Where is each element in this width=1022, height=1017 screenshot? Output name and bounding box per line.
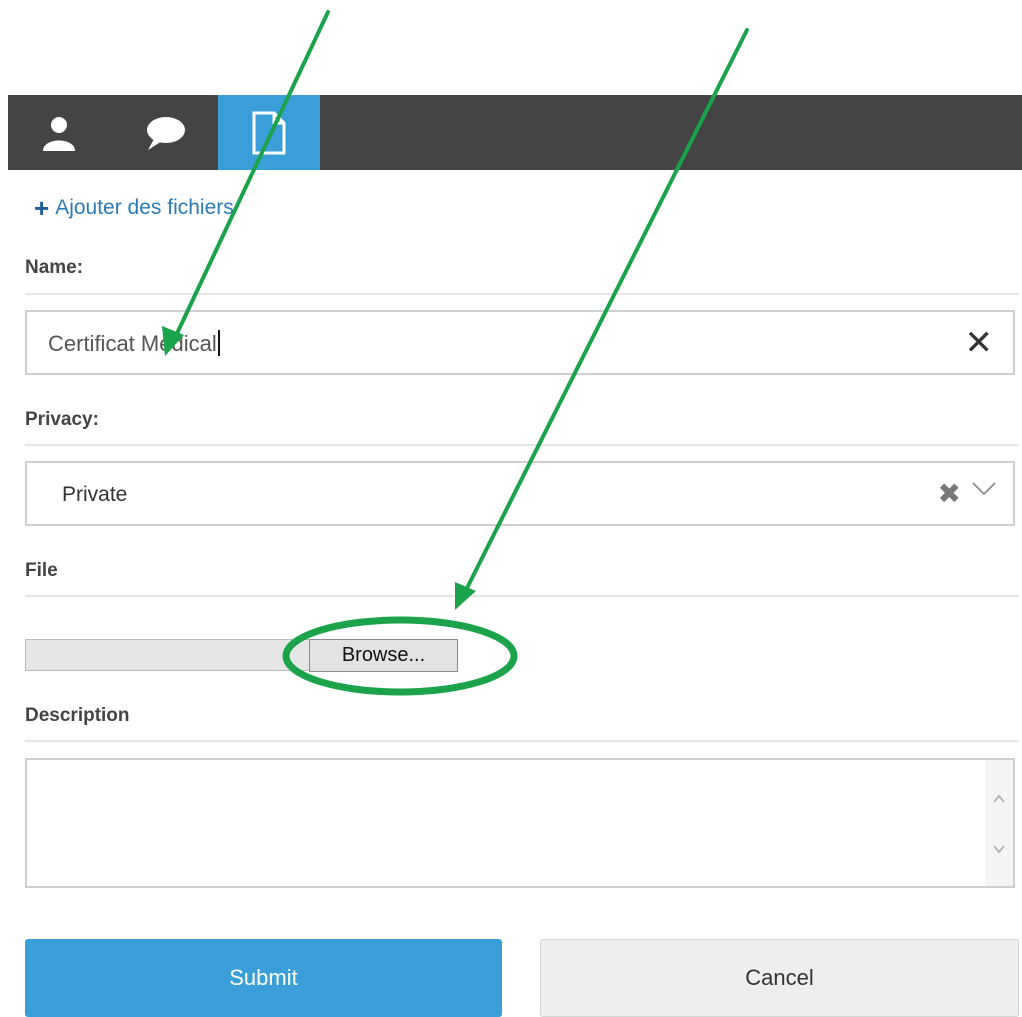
tab-comments[interactable] xyxy=(120,95,210,170)
tab-contact[interactable] xyxy=(14,95,104,170)
name-value: Certificat Medical xyxy=(48,331,217,356)
privacy-select[interactable]: Private ✖ xyxy=(25,461,1015,526)
close-icon[interactable]: ✕ xyxy=(965,324,994,362)
user-icon xyxy=(43,116,75,151)
submit-button[interactable]: Submit xyxy=(25,939,502,1017)
add-files-link[interactable]: + Ajouter des fichiers xyxy=(34,193,234,223)
divider xyxy=(25,595,1019,597)
scroll-arrows xyxy=(993,794,1005,854)
close-icon[interactable]: ✖ xyxy=(938,478,961,510)
name-input[interactable]: Certificat Medical ✕ xyxy=(25,310,1015,375)
add-files-label: Ajouter des fichiers xyxy=(55,196,234,219)
tab-bar xyxy=(8,95,1022,170)
tab-files[interactable] xyxy=(218,95,320,170)
browse-button[interactable]: Browse... xyxy=(309,639,458,672)
description-label: Description xyxy=(25,705,130,726)
divider xyxy=(25,740,1019,742)
file-label: File xyxy=(25,560,58,581)
privacy-label: Privacy: xyxy=(25,409,99,430)
chevron-down-icon[interactable] xyxy=(971,479,997,499)
divider xyxy=(25,293,1019,295)
description-textarea[interactable] xyxy=(25,758,1015,888)
text-caret xyxy=(217,330,220,356)
scrollbar[interactable] xyxy=(985,760,1013,886)
comment-icon xyxy=(147,116,185,150)
file-icon xyxy=(252,111,286,154)
privacy-value: Private xyxy=(62,483,128,506)
name-label: Name: xyxy=(25,257,84,278)
plus-icon: + xyxy=(34,193,50,223)
chevron-up-icon xyxy=(993,794,1005,803)
divider xyxy=(25,444,1019,446)
cancel-button[interactable]: Cancel xyxy=(540,939,1019,1017)
chevron-down-icon xyxy=(993,845,1005,854)
